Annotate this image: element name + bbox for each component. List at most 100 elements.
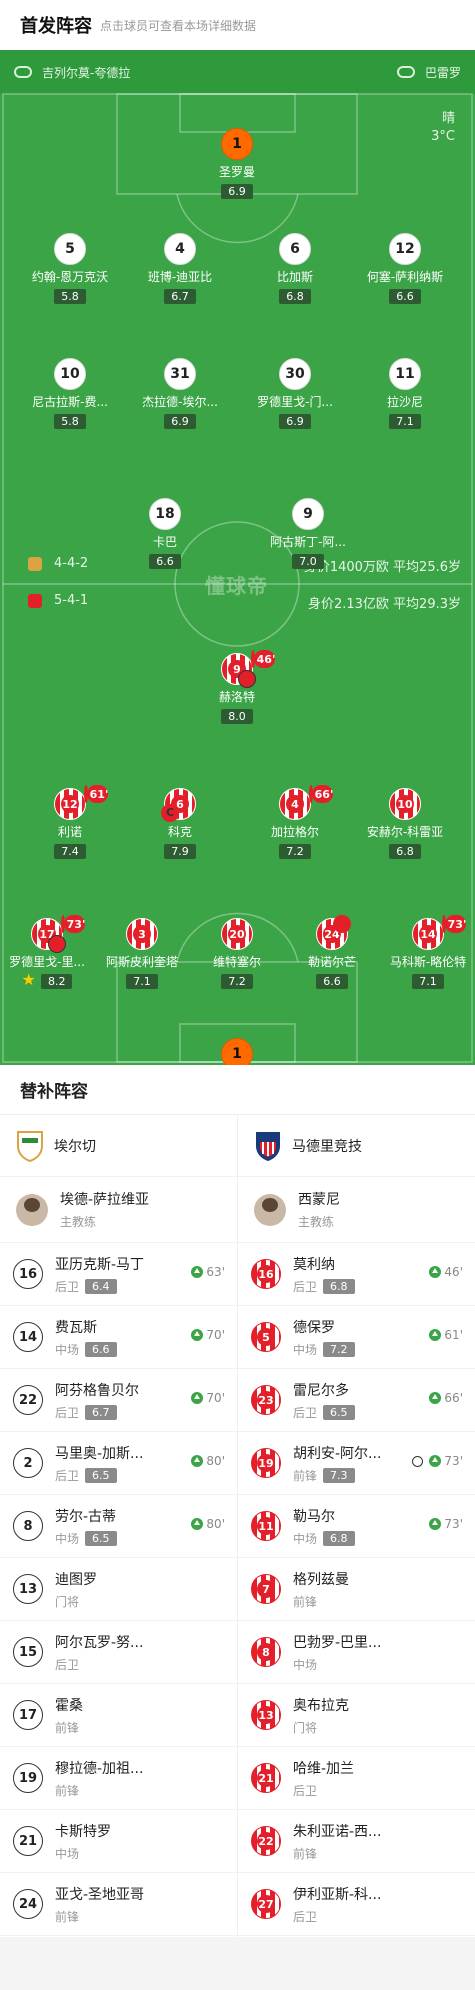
sub-row[interactable]: 8 劳尔-古蒂 中场 6.5 80' bbox=[0, 1495, 237, 1558]
position-label: 后卫 bbox=[55, 1405, 80, 1420]
sub-row[interactable]: 21 卡斯特罗 中场 bbox=[0, 1810, 237, 1873]
sub-in-icon bbox=[429, 1455, 442, 1467]
player-home[interactable]: 9 阿古斯丁-阿... 7.0 bbox=[256, 498, 360, 569]
sub-name: 胡利安-阿尔... bbox=[293, 1445, 382, 1462]
player-rating: 8.2 bbox=[40, 974, 73, 989]
player-rating: 7.1 bbox=[126, 974, 158, 989]
sub-row[interactable]: 13 奥布拉克 门将 bbox=[238, 1684, 475, 1747]
player-away[interactable]: 4 66' 加拉格尔 7.2 bbox=[243, 785, 347, 859]
sub-position: 中场 bbox=[293, 1656, 381, 1673]
sub-row[interactable]: 16 莫利纳 后卫 6.8 46' bbox=[238, 1243, 475, 1306]
sub-in-icon bbox=[191, 1518, 204, 1530]
player-name: 阿古斯丁-阿... bbox=[270, 535, 346, 549]
player-away[interactable]: 1穆索7.5 bbox=[185, 1038, 289, 1065]
player-home[interactable]: 1 圣罗曼 6.9 bbox=[185, 128, 289, 199]
player-home[interactable]: 31 杰拉德-埃尔... 6.9 bbox=[128, 358, 232, 429]
jersey: 9 46' bbox=[221, 650, 275, 688]
player-away[interactable]: 12 61' 利诺 7.4 bbox=[18, 785, 122, 859]
sub-row[interactable]: 11 勒马尔 中场 6.8 73' bbox=[238, 1495, 475, 1558]
sub-row[interactable]: 22 阿芬格鲁贝尔 后卫 6.7 70' bbox=[0, 1369, 237, 1432]
player-rating: 6.6 bbox=[316, 974, 348, 989]
sub-rating: 6.7 bbox=[85, 1404, 117, 1420]
sub-row[interactable]: 23 雷尼尔多 后卫 6.5 66' bbox=[238, 1369, 475, 1432]
player-rating: 6.9 bbox=[164, 414, 196, 429]
sub-in-icon bbox=[429, 1392, 442, 1404]
sub-position: 后卫 6.5 bbox=[293, 1404, 355, 1421]
sub-row[interactable]: 14 费瓦斯 中场 6.6 70' bbox=[0, 1306, 237, 1369]
sub-row[interactable]: 16 亚历克斯-马丁 后卫 6.4 63' bbox=[0, 1243, 237, 1306]
player-away[interactable]: 6 C 科克 7.9 bbox=[128, 788, 232, 859]
sub-name: 霍桑 bbox=[55, 1697, 83, 1714]
sub-in-minute: 73' bbox=[444, 1454, 463, 1468]
sub-position: 后卫 6.7 bbox=[55, 1404, 139, 1421]
player-away[interactable]: 9 46' 赫洛特 8.0 bbox=[185, 650, 289, 724]
sub-row[interactable]: 15 阿尔瓦罗-努... 后卫 bbox=[0, 1621, 237, 1684]
player-away[interactable]: 14 73' 马科斯-略伦特 7.1 bbox=[376, 915, 475, 989]
sub-name: 莫利纳 bbox=[293, 1256, 335, 1273]
player-name: 马科斯-略伦特 bbox=[389, 955, 467, 969]
sub-row[interactable]: 7 格列兹曼 前锋 bbox=[238, 1558, 475, 1621]
position-label: 前锋 bbox=[55, 1783, 80, 1798]
elche-crest-icon bbox=[17, 1130, 43, 1162]
jersey: 6 bbox=[279, 233, 311, 265]
sub-position: 后卫 6.5 bbox=[55, 1467, 143, 1484]
player-away[interactable]: 17 73' 罗德里戈-里... ★ 8.2 bbox=[0, 915, 99, 989]
player-home[interactable]: 11 拉沙尼 7.1 bbox=[353, 358, 457, 429]
position-label: 中场 bbox=[293, 1531, 318, 1546]
player-home[interactable]: 6 比加斯 6.8 bbox=[243, 233, 347, 304]
sub-row[interactable]: 27 伊利亚斯-科... 后卫 bbox=[238, 1873, 475, 1936]
sub-row[interactable]: 17 霍桑 前锋 bbox=[0, 1684, 237, 1747]
player-home[interactable]: 18 卡巴 6.6 bbox=[113, 498, 217, 569]
sub-name: 德保罗 bbox=[293, 1319, 335, 1336]
sub-in-time: 61' bbox=[429, 1328, 463, 1342]
sub-row[interactable]: 24 亚戈-圣地亚哥 前锋 bbox=[0, 1873, 237, 1936]
player-home[interactable]: 10 尼古拉斯-费... 5.8 bbox=[18, 358, 122, 429]
player-away[interactable]: 3 阿斯皮利奎塔 7.1 bbox=[90, 918, 194, 989]
home-coach[interactable]: 埃德-萨拉维亚 主教练 bbox=[0, 1177, 237, 1243]
player-home[interactable]: 30 罗德里戈-门... 6.9 bbox=[243, 358, 347, 429]
sub-row[interactable]: 19 胡利安-阿尔... 前锋 7.3 73' bbox=[238, 1432, 475, 1495]
player-home[interactable]: 5 约翰-恩万克沃 5.8 bbox=[18, 233, 122, 304]
footer-space bbox=[0, 1937, 475, 1990]
player-rating: 7.1 bbox=[389, 414, 421, 429]
sub-row[interactable]: 5 德保罗 中场 7.2 61' bbox=[238, 1306, 475, 1369]
sub-row[interactable]: 13 迪图罗 门将 bbox=[0, 1558, 237, 1621]
substitution-icon bbox=[84, 785, 88, 803]
position-label: 后卫 bbox=[293, 1783, 318, 1798]
home-team-row[interactable]: 埃尔切 bbox=[0, 1115, 237, 1177]
sub-rating: 7.2 bbox=[323, 1341, 355, 1357]
sub-name: 格列兹曼 bbox=[293, 1571, 349, 1588]
sub-in-icon bbox=[191, 1329, 204, 1341]
sub-name: 伊利亚斯-科... bbox=[293, 1886, 382, 1903]
position-label: 前锋 bbox=[55, 1909, 80, 1924]
coach-role: 主教练 bbox=[298, 1215, 335, 1229]
player-home[interactable]: 12 何塞-萨利纳斯 6.6 bbox=[353, 233, 457, 304]
sub-in-time: 73' bbox=[412, 1454, 463, 1468]
sub-row[interactable]: 21 哈维-加兰 后卫 bbox=[238, 1747, 475, 1810]
player-home[interactable]: 4 班博-迪亚比 6.7 bbox=[128, 233, 232, 304]
player-away[interactable]: 24 勒诺尔芒 6.6 bbox=[280, 915, 384, 989]
away-team-row[interactable]: 马德里竞技 bbox=[238, 1115, 475, 1177]
sub-position: 前锋 bbox=[55, 1908, 144, 1925]
position-label: 门将 bbox=[55, 1594, 80, 1609]
player-rating: 7.9 bbox=[164, 844, 196, 859]
sub-row[interactable]: 19 穆拉德-加祖... 前锋 bbox=[0, 1747, 237, 1810]
sub-number: 16 bbox=[251, 1259, 281, 1289]
position-label: 后卫 bbox=[55, 1657, 80, 1672]
sub-number: 8 bbox=[13, 1511, 43, 1541]
sub-in-minute: 63' bbox=[206, 1265, 225, 1279]
sub-row[interactable]: 2 马里奥-加斯... 后卫 6.5 80' bbox=[0, 1432, 237, 1495]
sub-row[interactable]: 8 巴勃罗-巴里... 中场 bbox=[238, 1621, 475, 1684]
weather-info: 晴 3°C bbox=[431, 110, 455, 146]
jersey: 31 bbox=[164, 358, 196, 390]
player-name: 卡巴 bbox=[152, 535, 177, 549]
player-away[interactable]: 10 安赫尔-科雷亚 6.8 bbox=[353, 788, 457, 859]
sub-position: 中场 bbox=[55, 1845, 111, 1862]
sub-rating: 7.3 bbox=[323, 1467, 355, 1483]
sub-in-time: 46' bbox=[429, 1265, 463, 1279]
away-coach[interactable]: 西蒙尼 主教练 bbox=[238, 1177, 475, 1243]
player-away[interactable]: 20 维特塞尔 7.2 bbox=[185, 918, 289, 989]
avatar bbox=[254, 1193, 286, 1226]
sub-number: 2 bbox=[13, 1448, 43, 1478]
sub-row[interactable]: 22 朱利亚诺-西... 前锋 bbox=[238, 1810, 475, 1873]
